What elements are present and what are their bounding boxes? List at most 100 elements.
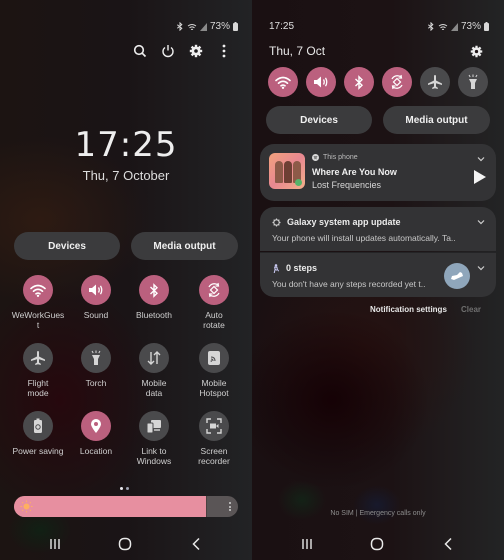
expand-chevron-icon[interactable] bbox=[476, 217, 486, 227]
power-saving-icon bbox=[23, 411, 53, 441]
tile-screen-recorder[interactable]: Screen recorder bbox=[186, 411, 242, 466]
date: Thu, 7 Oct bbox=[269, 44, 326, 58]
tile-label: Bluetooth bbox=[136, 310, 172, 320]
more-options-icon[interactable] bbox=[216, 43, 232, 59]
navigation-bar bbox=[0, 528, 252, 560]
wifi-icon bbox=[275, 76, 291, 89]
settings-icon[interactable] bbox=[188, 43, 204, 59]
tile-label: Mobile data bbox=[141, 378, 167, 398]
back-icon[interactable] bbox=[188, 536, 204, 552]
auto-rotate-icon bbox=[199, 275, 229, 305]
quick-panel-expanded: 73% 17:25 Thu, 7 October Devices Media o… bbox=[0, 0, 252, 560]
quick-toggle-wifi[interactable] bbox=[268, 67, 298, 97]
quick-toggle-sound[interactable] bbox=[306, 67, 336, 97]
notification-title: Galaxy system app update bbox=[287, 217, 401, 227]
auto-rotate-icon bbox=[391, 74, 403, 90]
home-icon[interactable] bbox=[369, 536, 385, 552]
tile-auto-rotate[interactable]: Auto rotate bbox=[186, 275, 242, 330]
devices-button[interactable]: Devices bbox=[266, 106, 372, 134]
home-icon[interactable] bbox=[117, 536, 133, 552]
back-icon[interactable] bbox=[440, 536, 456, 552]
wifi-icon bbox=[438, 23, 448, 30]
devices-button[interactable]: Devices bbox=[14, 232, 120, 260]
settings-icon[interactable] bbox=[468, 43, 484, 59]
notification-item[interactable]: Galaxy system app update Your phone will… bbox=[260, 207, 496, 251]
brightness-more-icon[interactable] bbox=[228, 500, 232, 513]
hotspot-icon bbox=[199, 343, 229, 373]
brightness-slider[interactable] bbox=[14, 496, 238, 517]
tile-torch[interactable]: Torch bbox=[68, 343, 124, 388]
tile-mobile-data[interactable]: Mobile data bbox=[126, 343, 182, 398]
screen-recorder-icon bbox=[199, 411, 229, 441]
bluetooth-icon bbox=[355, 74, 364, 90]
battery-text: 73% bbox=[460, 21, 481, 32]
sound-icon bbox=[314, 76, 328, 88]
tile-sound[interactable]: Sound bbox=[68, 275, 124, 320]
recent-apps-icon[interactable] bbox=[299, 536, 315, 552]
tile-flight-mode[interactable]: Flight mode bbox=[10, 343, 66, 398]
steps-action-button[interactable] bbox=[444, 263, 470, 289]
recent-apps-icon[interactable] bbox=[47, 536, 63, 552]
wifi-icon bbox=[187, 23, 197, 30]
walking-icon bbox=[273, 263, 280, 273]
torch-icon bbox=[468, 74, 478, 89]
sound-icon bbox=[81, 275, 111, 305]
tile-wifi[interactable]: WeWorkGues t bbox=[10, 275, 66, 330]
quick-toggle-torch[interactable] bbox=[458, 67, 488, 97]
spotify-badge-icon bbox=[295, 179, 302, 186]
tile-label: Power saving bbox=[12, 446, 64, 456]
media-artist: Lost Frequencies bbox=[312, 180, 382, 190]
signal-icon bbox=[199, 22, 207, 31]
clock: 17:25 bbox=[74, 125, 178, 165]
media-output-button[interactable]: Media output bbox=[383, 106, 490, 134]
expand-chevron-icon[interactable] bbox=[476, 154, 486, 164]
search-icon[interactable] bbox=[132, 43, 148, 59]
notification-settings-link[interactable]: Notification settings bbox=[370, 305, 447, 314]
wifi-icon bbox=[23, 275, 53, 305]
mobile-data-icon bbox=[139, 343, 169, 373]
tile-label: Flight mode bbox=[27, 378, 49, 398]
tile-label: Mobile Hotspot bbox=[199, 378, 229, 398]
tile-label: Auto rotate bbox=[203, 310, 225, 330]
gear-icon bbox=[272, 218, 281, 226]
notification-body: Your phone will install updates automati… bbox=[272, 233, 456, 243]
tile-power-saving[interactable]: Power saving bbox=[10, 411, 66, 456]
bluetooth-icon bbox=[176, 22, 183, 31]
page-dot-active bbox=[120, 487, 123, 490]
notification-item[interactable]: 0 steps You don't have any steps recorde… bbox=[260, 253, 496, 297]
carrier-status: No SIM | Emergency calls only bbox=[330, 510, 426, 517]
media-output-button[interactable]: Media output bbox=[131, 232, 238, 260]
expand-chevron-icon[interactable] bbox=[476, 263, 486, 273]
signal-icon bbox=[450, 22, 458, 31]
tile-label: Torch bbox=[85, 378, 107, 388]
quick-toggle-flight-mode[interactable] bbox=[420, 67, 450, 97]
quick-toggle-auto-rotate[interactable] bbox=[382, 67, 412, 97]
link-to-windows-icon bbox=[139, 411, 169, 441]
notification-title: 0 steps bbox=[286, 263, 318, 273]
airplane-icon bbox=[23, 343, 53, 373]
media-player-card[interactable]: This phone Where Are You Now Lost Freque… bbox=[260, 144, 496, 201]
torch-icon bbox=[81, 343, 111, 373]
clear-button[interactable]: Clear bbox=[461, 305, 481, 314]
date: Thu, 7 October bbox=[82, 168, 170, 183]
location-icon bbox=[81, 411, 111, 441]
page-dot bbox=[126, 487, 129, 490]
battery-icon bbox=[233, 22, 238, 31]
tile-label: Screen recorder bbox=[198, 446, 230, 466]
tile-link-to-windows[interactable]: Link to Windows bbox=[126, 411, 182, 466]
page-indicator bbox=[120, 487, 129, 490]
media-source: This phone bbox=[312, 154, 358, 161]
power-icon[interactable] bbox=[160, 43, 176, 59]
media-title: Where Are You Now bbox=[312, 167, 397, 177]
status-clock: 17:25 bbox=[269, 21, 295, 32]
quick-toggle-bluetooth[interactable] bbox=[344, 67, 374, 97]
play-button[interactable] bbox=[474, 170, 486, 184]
sun-icon bbox=[20, 500, 33, 513]
spotify-icon bbox=[312, 154, 319, 161]
notification-panel: 17:25 73% Thu, 7 Oct Devices Media outpu… bbox=[252, 0, 504, 560]
tile-label: WeWorkGues t bbox=[11, 310, 65, 330]
tile-mobile-hotspot[interactable]: Mobile Hotspot bbox=[186, 343, 242, 398]
tile-location[interactable]: Location bbox=[68, 411, 124, 456]
tile-bluetooth[interactable]: Bluetooth bbox=[126, 275, 182, 320]
navigation-bar bbox=[252, 528, 504, 560]
